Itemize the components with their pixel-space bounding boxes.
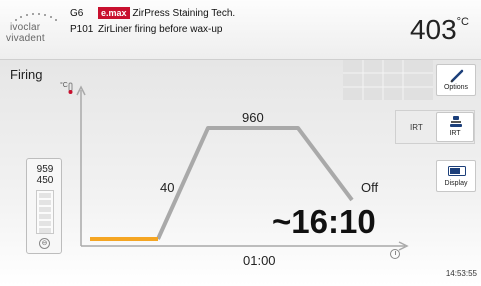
program-group-line: G6 e.max ZirPress Staining Tech. — [70, 7, 235, 19]
brand-badge: e.max — [98, 7, 130, 19]
program-number: P101 — [70, 24, 94, 35]
irt-icon — [450, 116, 462, 127]
program-title: ZirPress Staining Tech. — [132, 8, 236, 19]
vacuum-value-bottom: 450 — [36, 175, 54, 186]
options-button[interactable]: Options — [436, 64, 476, 96]
pen-icon — [450, 69, 464, 83]
firing-screen: Firing °C 959 450 ⊖ 40 960 Off 01:00 ~16… — [0, 60, 481, 286]
clock-icon — [390, 249, 400, 259]
logo-text-bottom: vivadent — [6, 33, 45, 44]
vacuum-indicator: 959 450 ⊖ — [26, 158, 62, 254]
hold-time-label: 01:00 — [243, 253, 276, 268]
irt-button-label: IRT — [449, 130, 461, 137]
remaining-time: ~16:10 — [272, 203, 376, 240]
header-bar: ivoclar vivadent G6 e.max ZirPress Stainin… — [0, 0, 481, 60]
irt-status-text: IRT — [410, 123, 423, 132]
vacuum-value-top: 959 — [36, 164, 54, 175]
vacuum-bar-gauge — [36, 190, 54, 234]
temperature-unit: °C — [456, 16, 469, 28]
program-group: G6 — [70, 8, 84, 19]
heat-rate-label: 40 — [160, 180, 175, 195]
current-temperature: 403°C — [410, 14, 469, 46]
vacuum-off-label: Off — [361, 180, 379, 195]
program-line: P101 ZirLiner firing before wax-up — [70, 24, 223, 35]
display-icon — [448, 166, 466, 176]
options-button-label: Options — [443, 84, 469, 91]
logo-dots-icon — [15, 13, 57, 21]
holding-temperature-label: 960 — [242, 110, 264, 125]
program-grid-display — [343, 60, 433, 100]
display-button[interactable]: Display — [436, 160, 476, 192]
vacuum-icon: ⊖ — [39, 238, 50, 249]
temperature-value: 403 — [409, 14, 457, 45]
time-of-day: 14:53:55 — [445, 269, 477, 278]
program-description: ZirLiner firing before wax-up — [98, 24, 223, 35]
display-button-label: Display — [444, 180, 468, 187]
logo-text-top: ivoclar — [10, 22, 41, 33]
irt-button[interactable]: IRT — [436, 112, 474, 142]
ivoclar-logo: ivoclar vivadent — [6, 12, 64, 44]
thermometer-icon — [68, 82, 73, 94]
